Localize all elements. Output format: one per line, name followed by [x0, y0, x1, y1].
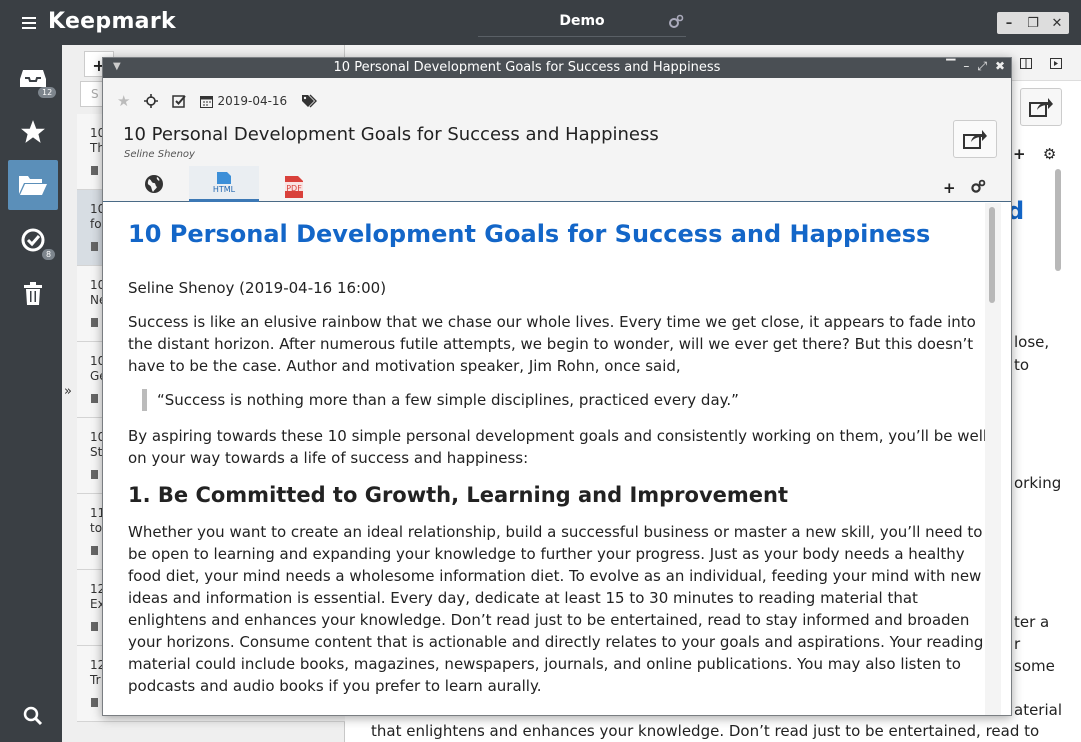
metadata-row: ★ 2019-04-16: [117, 92, 318, 110]
favorites-star-icon[interactable]: [8, 107, 58, 157]
close-reader-icon[interactable]: ✖: [995, 59, 1005, 74]
bookmark-icon: [91, 546, 98, 555]
background-text-fragment: orking: [1014, 474, 1062, 492]
expand-panel-toggle[interactable]: »: [64, 384, 72, 399]
app-logo: Keepmark: [48, 9, 176, 34]
background-text-fragment: to: [1014, 356, 1030, 374]
add-icon[interactable]: +: [1013, 145, 1026, 163]
bookmark-icon: [91, 394, 98, 403]
share-icon: [963, 130, 987, 149]
tags-icon[interactable]: [301, 94, 318, 108]
document-title[interactable]: 10 Personal Development Goals for Succes…: [123, 124, 659, 145]
globe-icon: [145, 174, 163, 193]
settings-gears-icon[interactable]: [970, 179, 986, 194]
minimize-window-button[interactable]: –: [997, 12, 1021, 34]
move-crosshair-icon[interactable]: [144, 94, 159, 108]
background-text-fragment: r: [1014, 635, 1021, 653]
reader-window: ▼ 10 Personal Development Goals for Succ…: [102, 57, 1012, 716]
background-text-fragment: lose,: [1014, 333, 1050, 351]
article-subheading: 1. Be Committed to Growth, Learning and …: [128, 483, 789, 507]
background-text-fragment: that enlightens and enhances your knowle…: [371, 722, 1040, 740]
document-author: Seline Shenoy: [124, 149, 195, 160]
add-icon[interactable]: +: [943, 179, 956, 197]
next-pane-icon[interactable]: [1050, 58, 1062, 69]
reader-titlebar[interactable]: ▼ 10 Personal Development Goals for Succ…: [103, 58, 1011, 78]
reader-header: ★ 2019-04-16 10 Personal Development Goa…: [103, 78, 1011, 202]
bookmark-icon: [91, 698, 98, 707]
article-heading: 10 Personal Development Goals for Succes…: [128, 220, 931, 248]
bookmark-icon: [91, 470, 98, 479]
trash-icon[interactable]: [8, 269, 58, 319]
article-scrollbar-thumb[interactable]: [989, 207, 995, 303]
date-field[interactable]: 2019-04-16: [200, 94, 287, 108]
background-share-button[interactable]: [1020, 88, 1062, 126]
top-bar: Keepmark Demo – ❐ ✕: [0, 0, 1081, 45]
tasks-count-badge: 8: [42, 249, 56, 260]
workspace-title[interactable]: Demo: [478, 8, 686, 37]
article-paragraph: Success is like an elusive rainbow that …: [128, 313, 976, 375]
calendar-icon: [200, 95, 214, 108]
reader-window-controls: ▔ – ⤢ ✖: [946, 59, 1005, 74]
article-paragraph: Whether you want to create an ideal rela…: [128, 523, 984, 695]
article-paragraph: By aspiring towards these 10 simple pers…: [128, 427, 988, 467]
favorite-star-icon[interactable]: ★: [117, 92, 130, 110]
search-icon[interactable]: [8, 691, 58, 741]
view-tabs: HTML PDF: [119, 166, 329, 202]
tab-pdf[interactable]: PDF: [259, 166, 329, 202]
fullscreen-icon[interactable]: ⤢: [977, 59, 987, 74]
reader-window-title: 10 Personal Development Goals for Succes…: [333, 60, 721, 75]
background-tools: + ⚙: [1013, 145, 1056, 163]
article-content: 10 Personal Development Goals for Succes…: [128, 219, 990, 709]
hamburger-menu-icon[interactable]: [22, 17, 36, 29]
tab-web[interactable]: [119, 166, 189, 202]
bookmark-icon: [91, 318, 98, 327]
background-text-fragment: some: [1014, 657, 1055, 675]
minimize-reader-icon[interactable]: –: [963, 59, 969, 74]
article-byline: Seline Shenoy (2019-04-16 16:00): [128, 279, 387, 297]
bookmark-icon: [91, 242, 98, 251]
close-window-button[interactable]: ✕: [1045, 12, 1069, 34]
background-text-fragment: ter a: [1014, 613, 1050, 631]
split-view-icon[interactable]: [1020, 58, 1032, 69]
article-quote: “Success is nothing more than a few simp…: [142, 389, 990, 411]
task-checkbox-icon[interactable]: [172, 94, 187, 108]
folders-open-icon[interactable]: [8, 160, 58, 210]
shade-window-icon[interactable]: ▔: [946, 59, 955, 74]
share-button[interactable]: [953, 120, 997, 158]
bookmark-icon: [91, 622, 98, 631]
tab-pdf-label: PDF: [286, 183, 302, 193]
document-date: 2019-04-16: [217, 94, 288, 108]
html-file-icon: [217, 171, 231, 184]
window-controls: – ❐ ✕: [997, 12, 1069, 34]
inbox-count-badge: 12: [38, 87, 57, 98]
maximize-window-button[interactable]: ❐: [1021, 12, 1045, 34]
reader-tools: +: [943, 179, 986, 197]
background-scrollbar[interactable]: [1055, 169, 1061, 271]
article-view: 10 Personal Development Goals for Succes…: [103, 203, 1011, 715]
workspace-settings-icon[interactable]: [668, 14, 684, 30]
background-text-fragment: aterial: [1014, 701, 1062, 719]
tab-html[interactable]: HTML: [189, 166, 259, 202]
navigation-rail: 12 8: [0, 45, 62, 742]
tab-html-label: HTML: [212, 184, 236, 194]
settings-gears-icon[interactable]: ⚙: [1043, 145, 1056, 163]
bookmark-icon: [91, 166, 98, 175]
